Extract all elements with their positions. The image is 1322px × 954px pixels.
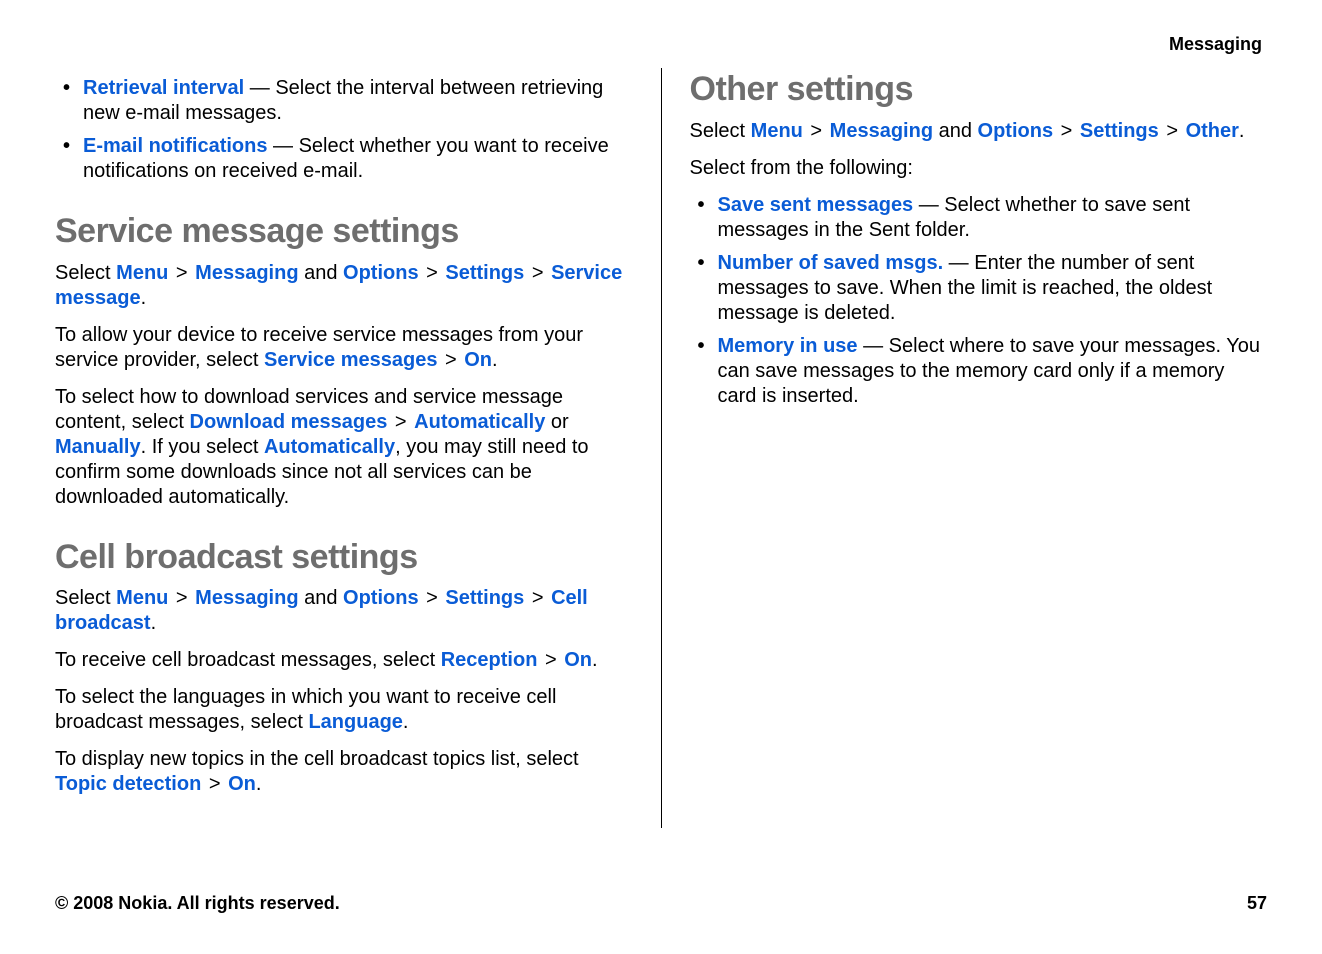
link-messaging[interactable]: Messaging	[195, 587, 298, 609]
heading-cell-broadcast-settings: Cell broadcast settings	[55, 536, 633, 579]
text: .	[1239, 120, 1245, 142]
footer: © 2008 Nokia. All rights reserved. 57	[55, 893, 1267, 914]
service-p3: To select how to download services and s…	[55, 385, 633, 510]
cell-p4: To display new topics in the cell broadc…	[55, 747, 633, 797]
text: .	[151, 612, 157, 634]
page: Messaging Retrieval interval — Select th…	[0, 0, 1322, 954]
text: and	[299, 587, 343, 609]
left-column: Retrieval interval — Select the interval…	[55, 68, 633, 838]
link-reception[interactable]: Reception	[441, 649, 538, 671]
right-column: Other settings Select Menu > Messaging a…	[690, 68, 1268, 838]
separator-gt: >	[419, 262, 446, 284]
text: .	[141, 287, 147, 309]
text: .	[592, 649, 598, 671]
separator-gt: >	[1159, 120, 1186, 142]
text: .	[403, 711, 409, 733]
text: To select the languages in which you wan…	[55, 686, 556, 733]
list-item: Save sent messages — Select whether to s…	[718, 193, 1268, 243]
link-language[interactable]: Language	[308, 711, 402, 733]
text: To display new topics in the cell broadc…	[55, 748, 579, 770]
separator-gt: >	[537, 649, 564, 671]
text: To receive cell broadcast messages, sele…	[55, 649, 441, 671]
link-number-of-saved-msgs[interactable]: Number of saved msgs.	[718, 252, 944, 274]
link-download-messages[interactable]: Download messages	[190, 411, 388, 433]
other-path: Select Menu > Messaging and Options > Se…	[690, 119, 1268, 144]
link-messaging[interactable]: Messaging	[195, 262, 298, 284]
link-options[interactable]: Options	[343, 587, 419, 609]
separator-gt: >	[168, 262, 195, 284]
service-path: Select Menu > Messaging and Options > Se…	[55, 261, 633, 311]
cell-path: Select Menu > Messaging and Options > Se…	[55, 586, 633, 636]
link-messaging[interactable]: Messaging	[830, 120, 933, 142]
list-item: E-mail notifications — Select whether yo…	[83, 134, 633, 184]
separator-gt: >	[387, 411, 414, 433]
list-item: Retrieval interval — Select the interval…	[83, 76, 633, 126]
text: and	[299, 262, 343, 284]
text: .	[492, 349, 498, 371]
cell-p2: To receive cell broadcast messages, sele…	[55, 648, 633, 673]
link-other[interactable]: Other	[1186, 120, 1239, 142]
link-service-messages[interactable]: Service messages	[264, 349, 437, 371]
separator-gt: >	[524, 587, 551, 609]
heading-other-settings: Other settings	[690, 68, 1268, 111]
link-topic-detection[interactable]: Topic detection	[55, 773, 201, 795]
link-menu[interactable]: Menu	[116, 587, 168, 609]
list-item: Number of saved msgs. — Enter the number…	[718, 251, 1268, 326]
column-divider	[661, 68, 662, 828]
list-item: Memory in use — Select where to save you…	[718, 334, 1268, 409]
page-number: 57	[1247, 893, 1267, 914]
link-manually[interactable]: Manually	[55, 436, 141, 458]
link-save-sent-messages[interactable]: Save sent messages	[718, 194, 914, 216]
text: . If you select	[141, 436, 264, 458]
link-options[interactable]: Options	[978, 120, 1054, 142]
link-menu[interactable]: Menu	[116, 262, 168, 284]
link-on[interactable]: On	[228, 773, 256, 795]
separator-gt: >	[437, 349, 464, 371]
text: Select	[690, 120, 751, 142]
link-settings[interactable]: Settings	[1080, 120, 1159, 142]
link-retrieval-interval[interactable]: Retrieval interval	[83, 77, 244, 99]
link-on[interactable]: On	[564, 649, 592, 671]
intro-bullet-list: Retrieval interval — Select the interval…	[55, 76, 633, 184]
header-section-label: Messaging	[1169, 34, 1262, 55]
separator-gt: >	[524, 262, 551, 284]
cell-p3: To select the languages in which you wan…	[55, 685, 633, 735]
link-on[interactable]: On	[464, 349, 492, 371]
link-automatically[interactable]: Automatically	[414, 411, 545, 433]
heading-service-message-settings: Service message settings	[55, 210, 633, 253]
select-from-following: Select from the following:	[690, 156, 1268, 181]
link-settings[interactable]: Settings	[445, 587, 524, 609]
text: .	[256, 773, 262, 795]
text: and	[933, 120, 977, 142]
separator-gt: >	[803, 120, 830, 142]
separator-gt: >	[201, 773, 228, 795]
copyright: © 2008 Nokia. All rights reserved.	[55, 893, 340, 914]
link-memory-in-use[interactable]: Memory in use	[718, 335, 858, 357]
link-menu[interactable]: Menu	[751, 120, 803, 142]
link-settings[interactable]: Settings	[445, 262, 524, 284]
link-email-notifications[interactable]: E-mail notifications	[83, 135, 267, 157]
columns: Retrieval interval — Select the interval…	[55, 68, 1267, 838]
text: or	[545, 411, 568, 433]
link-options[interactable]: Options	[343, 262, 419, 284]
text: Select	[55, 262, 116, 284]
service-p2: To allow your device to receive service …	[55, 323, 633, 373]
other-bullet-list: Save sent messages — Select whether to s…	[690, 193, 1268, 409]
text: Select	[55, 587, 116, 609]
separator-gt: >	[419, 587, 446, 609]
separator-gt: >	[168, 587, 195, 609]
separator-gt: >	[1053, 120, 1080, 142]
link-automatically[interactable]: Automatically	[264, 436, 395, 458]
